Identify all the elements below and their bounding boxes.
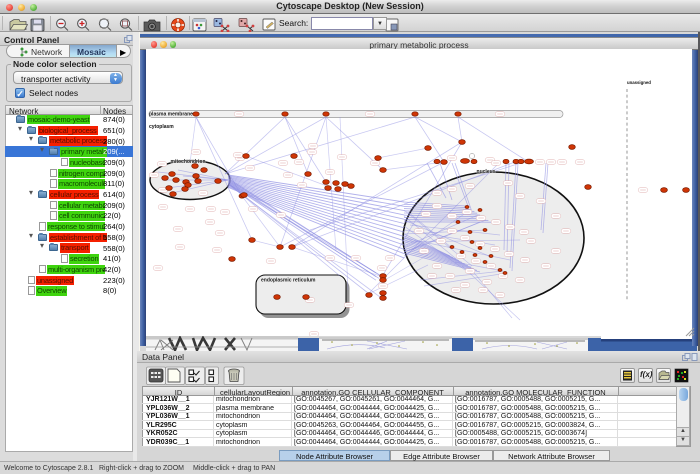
svg-text:plasma membrane: plasma membrane	[149, 112, 193, 118]
svg-text:unassigned: unassigned	[627, 80, 651, 85]
svg-text:mitochondrion: mitochondrion	[171, 159, 206, 165]
svg-text:cytoplasm: cytoplasm	[149, 124, 174, 130]
svg-text:nucleus: nucleus	[477, 169, 496, 175]
svg-text:endoplasmic reticulum: endoplasmic reticulum	[261, 278, 316, 284]
